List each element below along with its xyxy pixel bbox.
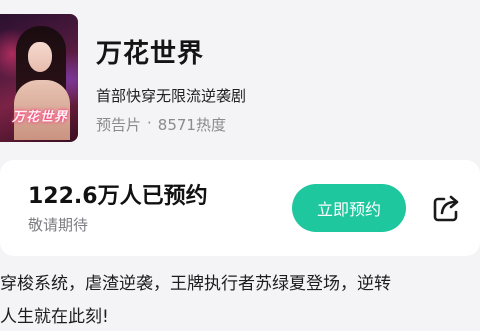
show-description: 穿梭系统，虐渣逆袭，王牌执行者苏绿夏登场，逆转 人生就在此刻! bbox=[0, 268, 480, 331]
reservation-card: 122.6万人已预约 敬请期待 立即预约 bbox=[0, 160, 480, 256]
share-icon bbox=[433, 195, 459, 222]
show-subtitle: 首部快穿无限流逆袭剧 bbox=[96, 87, 247, 105]
meta-separator: · bbox=[147, 114, 152, 132]
reservation-count: 122.6万人已预约 bbox=[28, 184, 208, 209]
heat-count: 8571热度 bbox=[157, 116, 226, 134]
content-type: 预告片 bbox=[96, 116, 142, 134]
poster-figure-face bbox=[28, 42, 52, 72]
description-line: 穿梭系统，虐渣逆袭，王牌执行者苏绿夏登场，逆转 bbox=[0, 274, 391, 294]
show-header: 万花世界 万花世界 首部快穿无限流逆袭剧 预告片 · 8571热度 bbox=[0, 0, 480, 152]
show-title: 万花世界 bbox=[96, 39, 205, 69]
show-meta: 预告片 · 8571热度 bbox=[96, 114, 226, 135]
reservation-hint: 敬请期待 bbox=[28, 216, 89, 234]
poster-title: 万花世界 bbox=[11, 110, 68, 125]
show-poster[interactable]: 万花世界 bbox=[0, 14, 78, 142]
reserve-button[interactable]: 立即预约 bbox=[292, 184, 406, 232]
share-button[interactable] bbox=[426, 188, 466, 228]
description-line: 人生就在此刻! bbox=[0, 307, 109, 327]
